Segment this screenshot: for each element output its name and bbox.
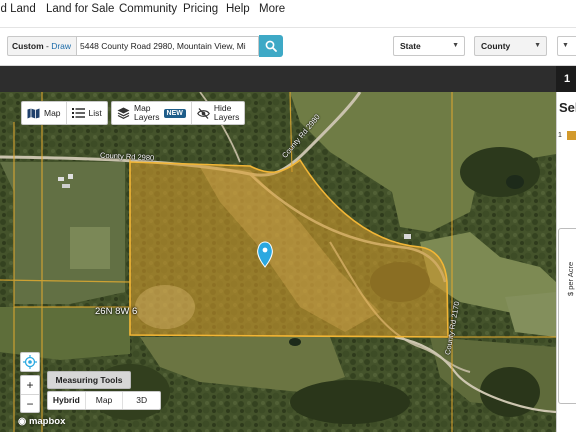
list-view-label: List <box>88 108 102 118</box>
nav-link-help[interactable]: Help <box>226 3 250 15</box>
township-label: 26N 8W 6 <box>95 306 138 317</box>
nav-link-land-for-sale[interactable]: Land for Sale <box>46 3 114 15</box>
crosshair-icon <box>23 355 37 369</box>
layer-controls: Map Layers NEW Hide Layers <box>111 101 246 125</box>
parcel-color-swatch[interactable] <box>567 131 576 140</box>
parcel-info-card <box>558 228 576 404</box>
panel-title: Sel <box>559 100 576 115</box>
app-root: ld Land Land for Sale Community Pricing … <box>0 0 576 432</box>
hide-layers-button[interactable]: Hide Layers <box>190 102 245 124</box>
results-count-tab[interactable]: 1 <box>556 66 576 92</box>
map-view-button[interactable]: Map <box>22 102 66 124</box>
address-search-input[interactable] <box>77 36 259 56</box>
nav-link-land[interactable]: ld Land <box>0 3 36 15</box>
search-mode-action: Draw <box>51 41 72 51</box>
results-header-strip: 1 <box>0 66 576 92</box>
top-navigation: ld Land Land for Sale Community Pricing … <box>0 0 576 28</box>
county-select[interactable]: County ▼ <box>474 36 547 56</box>
eye-slash-icon <box>196 107 210 119</box>
nav-link-community[interactable]: Community <box>119 3 177 15</box>
state-select-label: State <box>400 41 421 51</box>
measuring-tools-button[interactable]: Measuring Tools <box>47 371 131 389</box>
mapbox-logo: ◉ mapbox <box>18 416 65 427</box>
map-type-hybrid[interactable]: Hybrid <box>48 392 85 409</box>
map-icon <box>27 108 40 118</box>
search-mode-dropdown[interactable]: Custom - Draw <box>7 36 77 56</box>
list-view-button[interactable]: List <box>65 102 107 124</box>
mapbox-attribution: mapbox <box>28 416 66 427</box>
list-icon <box>71 108 85 118</box>
chevron-down-icon: ▼ <box>452 42 459 49</box>
locate-me-button[interactable] <box>20 352 40 372</box>
layers-icon <box>117 107 130 119</box>
county-select-label: County <box>481 41 511 51</box>
nav-link-more[interactable]: More <box>259 3 285 15</box>
hide-layers-text: Hide Layers <box>214 104 240 122</box>
view-toggle: Map List <box>21 101 108 125</box>
zoom-in-button[interactable]: + <box>21 376 39 394</box>
search-button[interactable] <box>259 35 283 57</box>
nav-link-pricing[interactable]: Pricing <box>183 3 218 15</box>
chevron-down-icon: ▼ <box>534 42 541 49</box>
search-bar: Custom - Draw State ▼ County ▼ ▼ <box>0 28 576 66</box>
map-type-switcher: Hybrid Map 3D <box>47 391 161 410</box>
state-select[interactable]: State ▼ <box>393 36 465 56</box>
results-panel: Sel 1 $ per Acre <box>556 92 576 432</box>
search-icon <box>265 40 277 52</box>
hide-layers-line2: Layers <box>213 112 240 122</box>
map-view[interactable]: County Rd 2980 County Rd 2980 County Rd … <box>0 92 556 432</box>
result-index: 1 <box>558 132 562 139</box>
zoom-out-button[interactable]: − <box>21 394 39 412</box>
map-view-label: Map <box>44 108 61 118</box>
map-layers-button[interactable]: Map Layers NEW <box>112 102 191 124</box>
map-layers-line2: Layers <box>134 112 160 122</box>
search-mode-label: Custom <box>12 41 44 51</box>
map-layers-text: Map Layers <box>134 104 160 122</box>
map-type-3d[interactable]: 3D <box>122 392 160 409</box>
new-badge: NEW <box>163 108 186 118</box>
filter-select-partial[interactable]: ▼ <box>557 36 576 56</box>
price-per-acre-label: $ per Acre <box>566 261 575 296</box>
zoom-controls: + − <box>20 375 40 413</box>
map-type-map[interactable]: Map <box>84 392 123 409</box>
mapbox-mark-icon: ◉ <box>18 416 27 427</box>
chevron-down-icon: ▼ <box>562 42 569 49</box>
